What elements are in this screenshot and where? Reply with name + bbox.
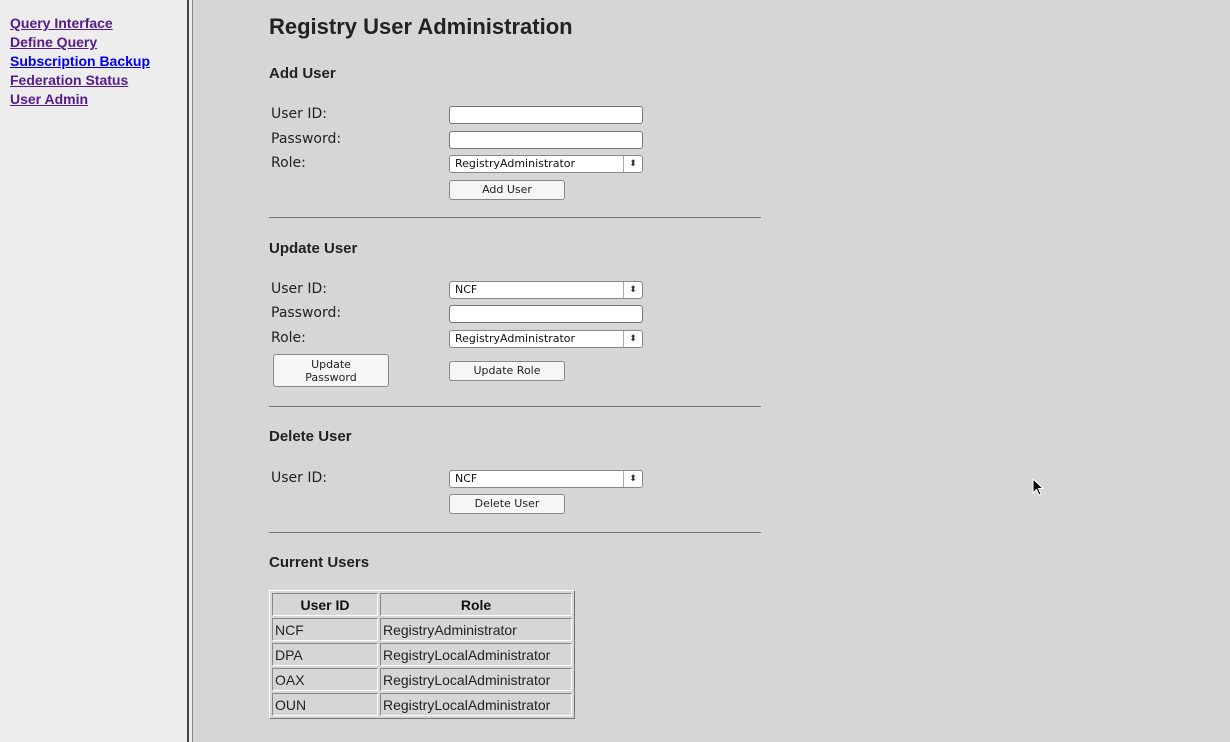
- delete-user-button[interactable]: Delete User: [449, 494, 565, 514]
- nav-link-define-query[interactable]: Define Query: [10, 33, 150, 52]
- cell-role: RegistryLocalAdministrator: [380, 643, 572, 666]
- add-userid-label: User ID:: [271, 106, 327, 122]
- delete-userid-select[interactable]: NCF ⬍: [449, 470, 643, 488]
- add-role-label: Role:: [271, 155, 306, 171]
- up-down-chevron-icon: ⬍: [623, 156, 642, 172]
- column-header-user-id: User ID: [272, 593, 378, 616]
- page-title: Registry User Administration: [269, 14, 573, 39]
- delete-userid-label: User ID:: [271, 470, 327, 486]
- cell-role: RegistryLocalAdministrator: [380, 693, 572, 716]
- section-divider: [269, 532, 761, 533]
- add-role-select[interactable]: RegistryAdministrator ⬍: [449, 155, 643, 173]
- update-userid-select-value: NCF: [455, 283, 478, 296]
- table-row: NCF RegistryAdministrator: [272, 618, 572, 641]
- table-row: DPA RegistryLocalAdministrator: [272, 643, 572, 666]
- update-user-heading: Update User: [269, 240, 358, 257]
- current-users-heading: Current Users: [269, 554, 370, 571]
- update-userid-select[interactable]: NCF ⬍: [449, 281, 643, 299]
- cell-user-id: DPA: [272, 643, 378, 666]
- nav-link-user-admin[interactable]: User Admin: [10, 90, 150, 109]
- add-userid-input[interactable]: [449, 106, 643, 124]
- nav-link-federation-status[interactable]: Federation Status: [10, 71, 150, 90]
- column-header-role: Role: [380, 593, 572, 616]
- cell-user-id: NCF: [272, 618, 378, 641]
- cell-role: RegistryAdministrator: [380, 618, 572, 641]
- up-down-chevron-icon: ⬍: [623, 282, 642, 298]
- add-role-select-value: RegistryAdministrator: [455, 157, 576, 170]
- up-down-chevron-icon: ⬍: [623, 471, 642, 487]
- mouse-pointer-icon: [1032, 478, 1045, 496]
- update-password-input[interactable]: [449, 305, 643, 323]
- table-row: OAX RegistryLocalAdministrator: [272, 668, 572, 691]
- nav-frame: Query Interface Define Query Subscriptio…: [0, 0, 187, 742]
- cell-user-id: OAX: [272, 668, 378, 691]
- update-userid-label: User ID:: [271, 281, 327, 297]
- update-password-button[interactable]: Update Password: [273, 354, 389, 387]
- add-user-heading: Add User: [269, 65, 336, 82]
- update-password-button-line2: Password: [305, 371, 357, 384]
- table-row: OUN RegistryLocalAdministrator: [272, 693, 572, 716]
- update-password-label: Password:: [271, 305, 342, 321]
- up-down-chevron-icon: ⬍: [623, 331, 642, 347]
- update-password-button-line1: Update: [311, 358, 351, 371]
- main-frame: Registry User Administration Add User Us…: [193, 0, 1230, 742]
- update-role-label: Role:: [271, 330, 306, 346]
- nav-links: Query Interface Define Query Subscriptio…: [10, 14, 150, 109]
- current-users-table: User ID Role NCF RegistryAdministrator D…: [269, 590, 575, 719]
- delete-user-heading: Delete User: [269, 428, 352, 445]
- delete-userid-select-value: NCF: [455, 472, 478, 485]
- update-role-select[interactable]: RegistryAdministrator ⬍: [449, 330, 643, 348]
- cell-role: RegistryLocalAdministrator: [380, 668, 572, 691]
- cell-user-id: OUN: [272, 693, 378, 716]
- section-divider: [269, 406, 761, 407]
- add-password-label: Password:: [271, 131, 342, 147]
- update-role-button[interactable]: Update Role: [449, 361, 565, 381]
- section-divider: [269, 217, 761, 218]
- table-header-row: User ID Role: [272, 593, 572, 616]
- update-role-select-value: RegistryAdministrator: [455, 332, 576, 345]
- add-user-button[interactable]: Add User: [449, 180, 565, 200]
- nav-link-subscription-backup[interactable]: Subscription Backup: [10, 52, 150, 71]
- nav-link-query-interface[interactable]: Query Interface: [10, 14, 150, 33]
- add-password-input[interactable]: [449, 131, 643, 149]
